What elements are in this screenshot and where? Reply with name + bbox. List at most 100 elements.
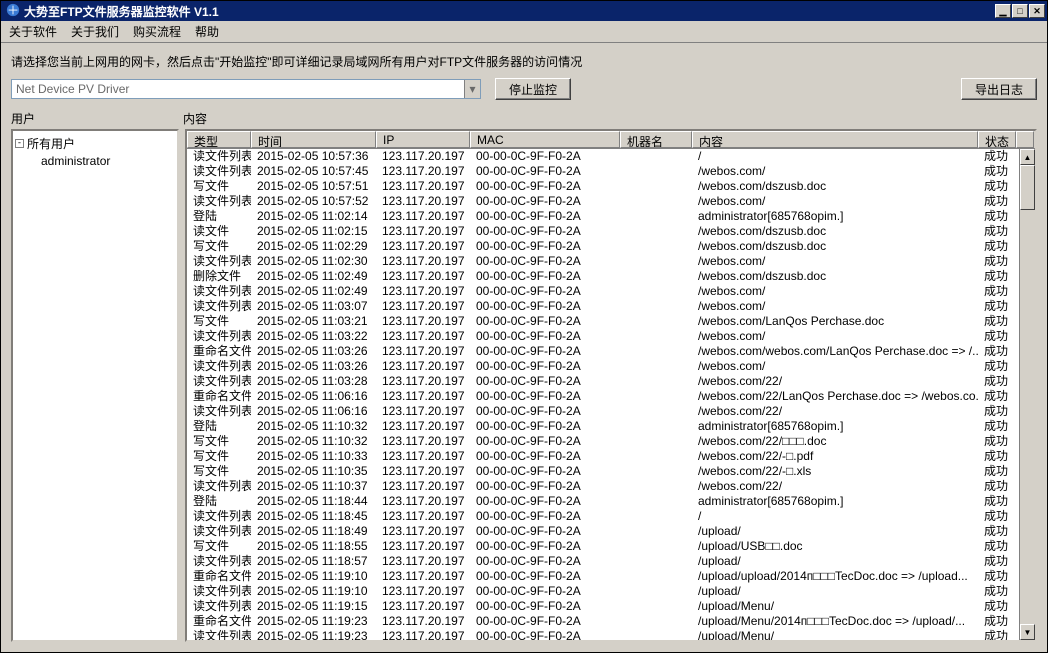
cell-host — [620, 509, 692, 524]
cell-host — [620, 359, 692, 374]
cell-status: 成功 — [978, 164, 1016, 179]
close-button[interactable]: ✕ — [1029, 4, 1045, 18]
tree-node-administrator[interactable]: administrator — [41, 154, 175, 168]
cell-type: 读文件列表 — [187, 329, 251, 344]
cell-type: 写文件 — [187, 449, 251, 464]
table-header: 类型 时间 IP MAC 机器名 内容 状态 — [187, 131, 1035, 149]
cell-type: 读文件列表 — [187, 584, 251, 599]
col-ip[interactable]: IP — [376, 131, 470, 148]
col-content[interactable]: 内容 — [692, 131, 978, 148]
col-time[interactable]: 时间 — [251, 131, 376, 148]
cell-time: 2015-02-05 11:02:30 — [251, 254, 376, 269]
table-row[interactable]: 读文件列表2015-02-05 11:02:30123.117.20.19700… — [187, 254, 1035, 269]
col-type[interactable]: 类型 — [187, 131, 251, 148]
cell-ip: 123.117.20.197 — [376, 629, 470, 640]
cell-host — [620, 299, 692, 314]
cell-mac: 00-00-0C-9F-F0-2A — [470, 194, 620, 209]
cell-status: 成功 — [978, 464, 1016, 479]
network-device-select[interactable]: Net Device PV Driver ▾ — [11, 79, 481, 99]
table-row[interactable]: 写文件2015-02-05 11:10:32123.117.20.19700-0… — [187, 434, 1035, 449]
cell-status: 成功 — [978, 554, 1016, 569]
cell-time: 2015-02-05 11:02:15 — [251, 224, 376, 239]
table-row[interactable]: 读文件列表2015-02-05 10:57:45123.117.20.19700… — [187, 164, 1035, 179]
table-row[interactable]: 读文件2015-02-05 11:02:15123.117.20.19700-0… — [187, 224, 1035, 239]
table-row[interactable]: 读文件列表2015-02-05 10:57:52123.117.20.19700… — [187, 194, 1035, 209]
table-row[interactable]: 登陆2015-02-05 11:18:44123.117.20.19700-00… — [187, 494, 1035, 509]
tree-collapse-icon[interactable]: - — [15, 139, 24, 148]
table-row[interactable]: 读文件列表2015-02-05 11:19:15123.117.20.19700… — [187, 599, 1035, 614]
cell-status: 成功 — [978, 569, 1016, 584]
table-row[interactable]: 写文件2015-02-05 10:57:51123.117.20.19700-0… — [187, 179, 1035, 194]
scroll-down-icon[interactable]: ▼ — [1020, 624, 1035, 640]
cell-time: 2015-02-05 11:06:16 — [251, 404, 376, 419]
cell-type: 读文件列表 — [187, 374, 251, 389]
cell-mac: 00-00-0C-9F-F0-2A — [470, 314, 620, 329]
table-row[interactable]: 重命名文件2015-02-05 11:06:16123.117.20.19700… — [187, 389, 1035, 404]
table-row[interactable]: 读文件列表2015-02-05 10:57:36123.117.20.19700… — [187, 149, 1035, 164]
table-row[interactable]: 读文件列表2015-02-05 11:18:45123.117.20.19700… — [187, 509, 1035, 524]
table-row[interactable]: 读文件列表2015-02-05 11:02:49123.117.20.19700… — [187, 284, 1035, 299]
scroll-up-icon[interactable]: ▲ — [1020, 149, 1035, 165]
table-row[interactable]: 读文件列表2015-02-05 11:19:10123.117.20.19700… — [187, 584, 1035, 599]
menu-help[interactable]: 帮助 — [195, 23, 219, 40]
scroll-thumb[interactable] — [1020, 165, 1035, 210]
cell-time: 2015-02-05 10:57:51 — [251, 179, 376, 194]
cell-time: 2015-02-05 11:03:21 — [251, 314, 376, 329]
menubar: 关于软件 关于我们 购买流程 帮助 — [1, 21, 1047, 43]
log-table: 类型 时间 IP MAC 机器名 内容 状态 读文件列表2015-02-05 1… — [185, 129, 1037, 642]
table-row[interactable]: 读文件列表2015-02-05 11:18:49123.117.20.19700… — [187, 524, 1035, 539]
col-status[interactable]: 状态 — [978, 131, 1016, 148]
maximize-button[interactable]: □ — [1012, 4, 1028, 18]
cell-type: 重命名文件 — [187, 344, 251, 359]
table-row[interactable]: 读文件列表2015-02-05 11:03:07123.117.20.19700… — [187, 299, 1035, 314]
col-mac[interactable]: MAC — [470, 131, 620, 148]
table-row[interactable]: 读文件列表2015-02-05 11:03:22123.117.20.19700… — [187, 329, 1035, 344]
vertical-scrollbar[interactable]: ▲ ▼ — [1019, 149, 1035, 640]
table-row[interactable]: 登陆2015-02-05 11:10:32123.117.20.19700-00… — [187, 419, 1035, 434]
stop-monitor-button[interactable]: 停止监控 — [495, 78, 571, 100]
table-row[interactable]: 读文件列表2015-02-05 11:03:28123.117.20.19700… — [187, 374, 1035, 389]
menu-about-us[interactable]: 关于我们 — [71, 23, 119, 40]
cell-type: 写文件 — [187, 434, 251, 449]
table-row[interactable]: 重命名文件2015-02-05 11:03:26123.117.20.19700… — [187, 344, 1035, 359]
cell-ip: 123.117.20.197 — [376, 404, 470, 419]
cell-status: 成功 — [978, 299, 1016, 314]
table-row[interactable]: 登陆2015-02-05 11:02:14123.117.20.19700-00… — [187, 209, 1035, 224]
cell-time: 2015-02-05 11:19:23 — [251, 614, 376, 629]
col-host[interactable]: 机器名 — [620, 131, 692, 148]
table-row[interactable]: 写文件2015-02-05 11:10:35123.117.20.19700-0… — [187, 464, 1035, 479]
table-row[interactable]: 读文件列表2015-02-05 11:06:16123.117.20.19700… — [187, 404, 1035, 419]
cell-content: /webos.com/22/ — [692, 404, 978, 419]
table-row[interactable]: 读文件列表2015-02-05 11:19:23123.117.20.19700… — [187, 629, 1035, 640]
table-row[interactable]: 读文件列表2015-02-05 11:10:37123.117.20.19700… — [187, 479, 1035, 494]
cell-status: 成功 — [978, 524, 1016, 539]
cell-time: 2015-02-05 10:57:52 — [251, 194, 376, 209]
cell-content: /webos.com/ — [692, 329, 978, 344]
table-row[interactable]: 重命名文件2015-02-05 11:19:23123.117.20.19700… — [187, 614, 1035, 629]
menu-purchase[interactable]: 购买流程 — [133, 23, 181, 40]
cell-ip: 123.117.20.197 — [376, 569, 470, 584]
cell-host — [620, 374, 692, 389]
table-row[interactable]: 写文件2015-02-05 11:03:21123.117.20.19700-0… — [187, 314, 1035, 329]
table-row[interactable]: 重命名文件2015-02-05 11:19:10123.117.20.19700… — [187, 569, 1035, 584]
table-row[interactable]: 写文件2015-02-05 11:18:55123.117.20.19700-0… — [187, 539, 1035, 554]
cell-status: 成功 — [978, 254, 1016, 269]
tree-root-all-users[interactable]: - 所有用户 — [15, 135, 175, 152]
table-row[interactable]: 删除文件2015-02-05 11:02:49123.117.20.19700-… — [187, 269, 1035, 284]
export-log-button[interactable]: 导出日志 — [961, 78, 1037, 100]
cell-status: 成功 — [978, 539, 1016, 554]
table-row[interactable]: 写文件2015-02-05 11:02:29123.117.20.19700-0… — [187, 239, 1035, 254]
minimize-button[interactable]: ▁ — [995, 4, 1011, 18]
cell-status: 成功 — [978, 509, 1016, 524]
menu-about-software[interactable]: 关于软件 — [9, 23, 57, 40]
cell-status: 成功 — [978, 449, 1016, 464]
table-row[interactable]: 写文件2015-02-05 11:10:33123.117.20.19700-0… — [187, 449, 1035, 464]
table-row[interactable]: 读文件列表2015-02-05 11:18:57123.117.20.19700… — [187, 554, 1035, 569]
dropdown-icon[interactable]: ▾ — [464, 80, 480, 98]
cell-status: 成功 — [978, 479, 1016, 494]
table-row[interactable]: 读文件列表2015-02-05 11:03:26123.117.20.19700… — [187, 359, 1035, 374]
cell-type: 写文件 — [187, 539, 251, 554]
cell-content: /webos.com/dszusb.doc — [692, 179, 978, 194]
cell-ip: 123.117.20.197 — [376, 269, 470, 284]
cell-time: 2015-02-05 11:10:35 — [251, 464, 376, 479]
